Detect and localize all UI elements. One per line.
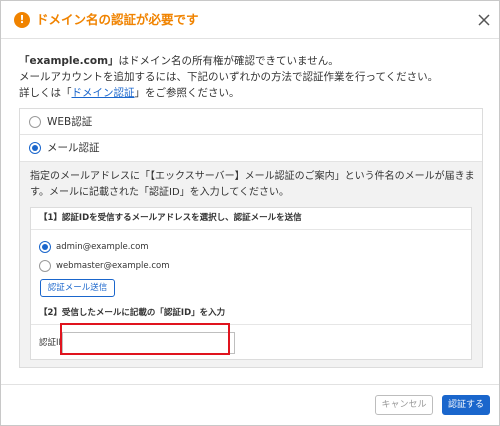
address-radio-webmaster[interactable] (39, 260, 51, 272)
domain-auth-dialog: ! ドメイン名の認証が必要です 「example.com」はドメイン名の所有権が… (0, 0, 500, 426)
mail-auth-radio[interactable] (29, 142, 41, 154)
dialog-header: ! ドメイン名の認証が必要です (1, 1, 499, 39)
mail-auth-steps: 【1】認証IDを受信するメールアドレスを選択し、認証メールを送信 admin@e… (30, 207, 472, 360)
intro-line-2: メールアカウントを追加するには、下記のいずれかの方法で認証作業を行ってください。 (19, 71, 439, 83)
address-label-admin: admin@example.com (56, 242, 149, 252)
auth-options-panel: WEB認証 メール認証 指定のメールアドレスに「【エックスサーバー】メール認証の… (19, 108, 483, 368)
option-mail-auth[interactable]: メール認証 (20, 135, 482, 161)
send-auth-mail-button[interactable]: 認証メール送信 (40, 279, 115, 297)
auth-id-input[interactable] (62, 332, 235, 354)
intro-line-3-suffix: 」をご参照ください。 (134, 87, 240, 99)
cancel-button[interactable]: キャンセル (375, 395, 433, 415)
address-radio-admin[interactable] (39, 241, 51, 253)
web-auth-label: WEB認証 (47, 116, 93, 128)
domain-auth-help-link[interactable]: ドメイン認証 (72, 87, 135, 99)
intro-line-1-rest: はドメイン名の所有権が確認できていません。 (118, 55, 339, 67)
address-label-webmaster: webmaster@example.com (56, 261, 170, 271)
mail-auth-body: 指定のメールアドレスに「【エックスサーバー】メール認証のご案内」という件名のメー… (20, 161, 482, 367)
intro-line-1: 「example.com」はドメイン名の所有権が確認できていません。 (19, 53, 489, 69)
dialog-footer: キャンセル 認証する (1, 384, 499, 425)
step1-heading: 【1】認証IDを受信するメールアドレスを選択し、認証メールを送信 (31, 208, 471, 230)
mail-auth-description: 指定のメールアドレスに「【エックスサーバー】メール認証のご案内」という件名のメー… (30, 171, 475, 198)
step2-heading: 【2】受信したメールに記載の「認証ID」を入力 (31, 303, 471, 325)
intro-text: 「example.com」はドメイン名の所有権が確認できていません。 メールアカ… (19, 53, 489, 101)
option-web-auth[interactable]: WEB認証 (20, 109, 482, 135)
warning-icon: ! (14, 12, 30, 28)
intro-line-3: 詳しくは「ドメイン認証」をご参照ください。 (19, 85, 489, 101)
web-auth-radio[interactable] (29, 116, 41, 128)
dialog-title: ドメイン名の認証が必要です (36, 12, 199, 27)
domain-name: 「example.com」 (19, 55, 119, 67)
close-icon-svg (478, 14, 490, 26)
close-icon[interactable] (475, 11, 493, 29)
mail-auth-label: メール認証 (47, 142, 100, 154)
submit-auth-button[interactable]: 認証する (442, 395, 490, 415)
intro-line-3-prefix: 詳しくは「 (19, 87, 72, 99)
